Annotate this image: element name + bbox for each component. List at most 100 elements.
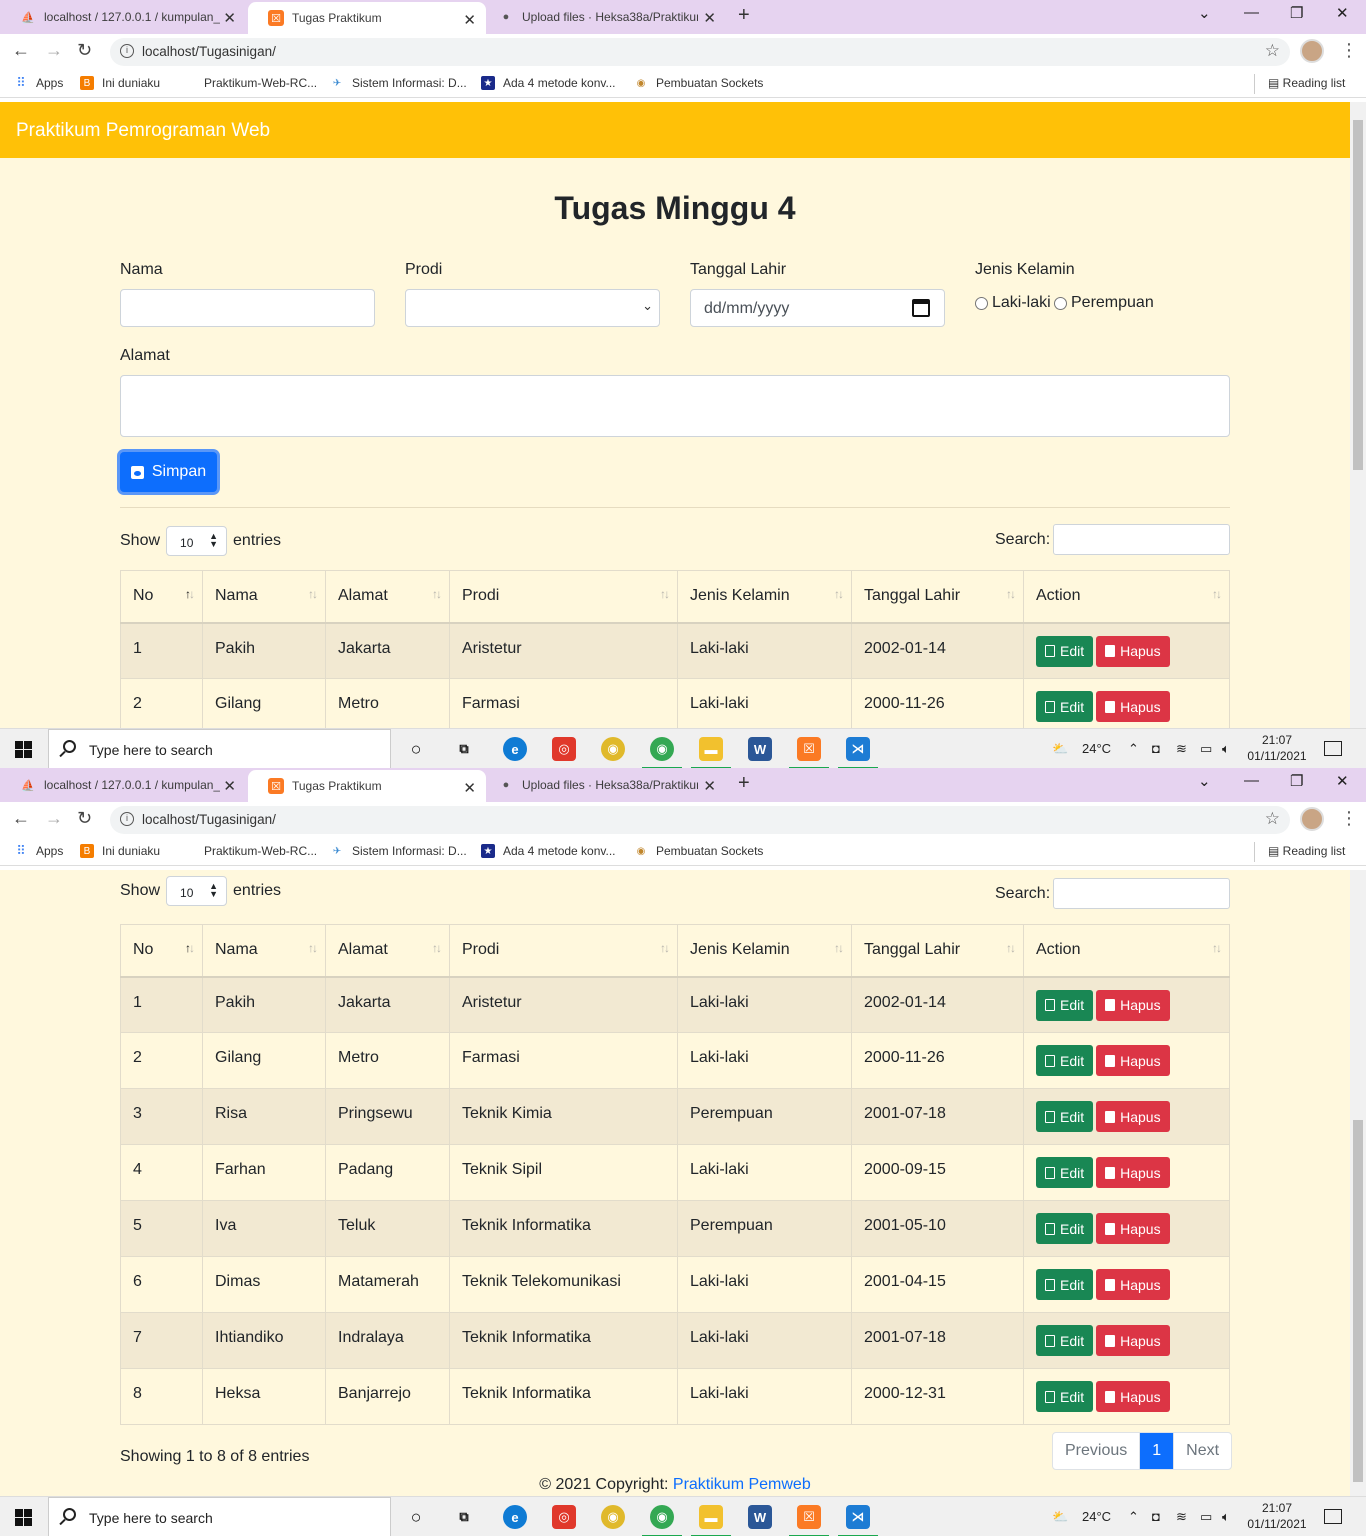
edge-icon[interactable]: e — [503, 737, 527, 761]
reading-list[interactable]: ▤ Reading list — [1268, 76, 1345, 90]
calendar-icon[interactable] — [912, 299, 930, 317]
close-tab-icon[interactable]: ✕ — [463, 779, 476, 797]
vscode-icon[interactable]: ⋊ — [838, 1505, 878, 1536]
tab-phpmyadmin[interactable]: ⛵ localhost / 127.0.0.1 / kumpulan_ ✕ — [0, 0, 246, 34]
meet-icon[interactable]: ◘ — [1152, 741, 1160, 756]
word-icon[interactable]: W — [748, 1505, 772, 1529]
xampp-icon[interactable]: ☒ — [789, 737, 829, 768]
edit-button[interactable]: Edit — [1036, 989, 1094, 1021]
notification-icon[interactable] — [1324, 741, 1342, 756]
xampp-icon[interactable]: ☒ — [789, 1505, 829, 1536]
profile-avatar[interactable] — [1300, 39, 1324, 63]
tab-tugas-praktikum[interactable]: ☒ Tugas Praktikum ✕ — [248, 2, 486, 34]
scrollbar-thumb[interactable] — [1353, 1120, 1363, 1482]
th-tanggal-lahir[interactable]: Tanggal Lahir ↑↓ — [851, 570, 1024, 624]
reading-list[interactable]: ▤ Reading list — [1268, 844, 1345, 858]
windows-start-icon[interactable] — [15, 1509, 32, 1526]
edit-button[interactable]: Edit — [1036, 1101, 1094, 1132]
close-tab-icon[interactable]: ✕ — [703, 777, 716, 795]
alamat-textarea[interactable] — [120, 375, 1230, 437]
volume-icon[interactable]: 🔈︎ — [1222, 741, 1230, 757]
bookmark-sistem-informasi[interactable]: ✈ Sistem Informasi: D... — [330, 844, 467, 858]
weather-icon[interactable]: ⛅ — [1052, 1509, 1068, 1525]
word-icon[interactable]: W — [748, 737, 772, 761]
restore-icon[interactable]: ❐ — [1290, 4, 1303, 22]
tab-search-icon[interactable]: ⌄ — [1198, 4, 1211, 22]
simpan-button[interactable]: Simpan — [120, 452, 217, 492]
page-1-button[interactable]: 1 — [1140, 1433, 1175, 1469]
th-alamat[interactable]: Alamat ↑↓ — [325, 924, 450, 978]
reload-icon[interactable]: ↻ — [77, 40, 92, 61]
tab-search-icon[interactable]: ⌄ — [1198, 772, 1211, 790]
bookmark-pembuatan-sockets[interactable]: ◉ Pembuatan Sockets — [634, 844, 764, 858]
edit-button[interactable]: Edit — [1036, 691, 1094, 722]
file-explorer-icon[interactable]: ▬ — [691, 1505, 731, 1536]
edit-button[interactable]: Edit — [1036, 1045, 1094, 1076]
task-view-icon[interactable]: ⧉ — [452, 1505, 476, 1529]
taskbar-search[interactable]: Type here to search — [48, 1497, 391, 1536]
minimize-icon[interactable]: — — [1244, 772, 1259, 789]
close-tab-icon[interactable]: ✕ — [463, 11, 476, 29]
search-input[interactable] — [1053, 878, 1230, 909]
edit-button[interactable]: Edit — [1036, 1213, 1094, 1244]
entries-select[interactable]: 10 ▲ ▼ — [166, 876, 228, 906]
close-window-icon[interactable]: ✕ — [1336, 772, 1349, 790]
menu-kebab-icon[interactable]: ⋮ — [1340, 808, 1358, 829]
cortana-icon[interactable]: ○ — [404, 737, 428, 761]
th-action[interactable]: Action ↑↓ — [1023, 570, 1230, 624]
hapus-button[interactable]: Hapus — [1096, 1269, 1170, 1300]
th-nama[interactable]: Nama ↑↓ — [202, 924, 326, 978]
nama-input[interactable] — [120, 289, 375, 327]
tanggal-lahir-input[interactable]: dd/mm/yyyy — [690, 289, 945, 327]
footer-link[interactable]: Praktikum Pemweb — [673, 1476, 811, 1493]
th-prodi[interactable]: Prodi ↑↓ — [449, 570, 678, 624]
bookmark-praktikum-web[interactable]: Praktikum-Web-RC... — [182, 76, 317, 90]
hapus-button[interactable]: Hapus — [1096, 691, 1170, 722]
th-no[interactable]: No ↑↓ — [120, 924, 203, 978]
radio-circle[interactable] — [1054, 296, 1067, 310]
bookmark-praktikum-web[interactable]: Praktikum-Web-RC... — [182, 844, 317, 858]
app-icon[interactable]: ◎ — [552, 1505, 576, 1529]
chrome-profile-icon[interactable]: ◉ — [642, 1505, 682, 1536]
scrollbar-thumb[interactable] — [1353, 120, 1363, 470]
back-icon[interactable]: ← — [12, 808, 30, 829]
th-jenis-kelamin[interactable]: Jenis Kelamin ↑↓ — [677, 924, 852, 978]
hapus-button[interactable]: Hapus — [1096, 1325, 1170, 1356]
page-scrollbar[interactable] — [1350, 102, 1366, 728]
bookmark-ini-duniaku[interactable]: B Ini duniaku — [80, 844, 160, 858]
hapus-button[interactable]: Hapus — [1096, 1045, 1170, 1076]
forward-icon[interactable]: → — [45, 808, 63, 829]
battery-icon[interactable]: ▭ — [1200, 1509, 1212, 1525]
bookmark-pembuatan-sockets[interactable]: ◉ Pembuatan Sockets — [634, 76, 764, 90]
bookmark-star-icon[interactable]: ☆ — [1265, 41, 1280, 61]
hapus-button[interactable]: Hapus — [1096, 1213, 1170, 1244]
bookmark-apps[interactable]: ⠿ Apps — [14, 843, 63, 858]
weather-icon[interactable]: ⛅ — [1052, 741, 1068, 757]
th-action[interactable]: Action ↑↓ — [1023, 924, 1230, 978]
chevron-up-icon[interactable]: ⌃ — [1128, 1509, 1139, 1525]
bookmark-ini-duniaku[interactable]: B Ini duniaku — [80, 76, 160, 90]
edit-button[interactable]: Edit — [1036, 1381, 1094, 1412]
edge-icon[interactable]: e — [503, 1505, 527, 1529]
bookmark-star-icon[interactable]: ☆ — [1265, 809, 1280, 829]
close-tab-icon[interactable]: ✕ — [223, 9, 236, 27]
restore-icon[interactable]: ❐ — [1290, 772, 1303, 790]
th-prodi[interactable]: Prodi ↑↓ — [449, 924, 678, 978]
meet-icon[interactable]: ◘ — [1152, 1509, 1160, 1524]
tab-github-upload[interactable]: ● Upload files · Heksa38a/Praktikum ✕ — [478, 0, 726, 34]
close-tab-icon[interactable]: ✕ — [703, 9, 716, 27]
bookmark-sistem-informasi[interactable]: ✈ Sistem Informasi: D... — [330, 76, 467, 90]
chrome-icon[interactable]: ◉ — [601, 1505, 625, 1529]
vscode-icon[interactable]: ⋊ — [838, 737, 878, 768]
th-tanggal-lahir[interactable]: Tanggal Lahir ↑↓ — [851, 924, 1024, 978]
address-bar[interactable]: i localhost/Tugasinigan/ ☆ — [110, 38, 1290, 66]
taskbar-search[interactable]: Type here to search — [48, 729, 391, 768]
edit-button[interactable]: Edit — [1036, 1269, 1094, 1300]
th-no[interactable]: No ↑↓ — [120, 570, 203, 624]
site-info-icon[interactable]: i — [120, 812, 134, 826]
close-tab-icon[interactable]: ✕ — [223, 777, 236, 795]
menu-kebab-icon[interactable]: ⋮ — [1340, 40, 1358, 61]
chevron-up-icon[interactable]: ⌃ — [1128, 741, 1139, 757]
next-button[interactable]: Next — [1174, 1433, 1231, 1469]
th-jenis-kelamin[interactable]: Jenis Kelamin ↑↓ — [677, 570, 852, 624]
